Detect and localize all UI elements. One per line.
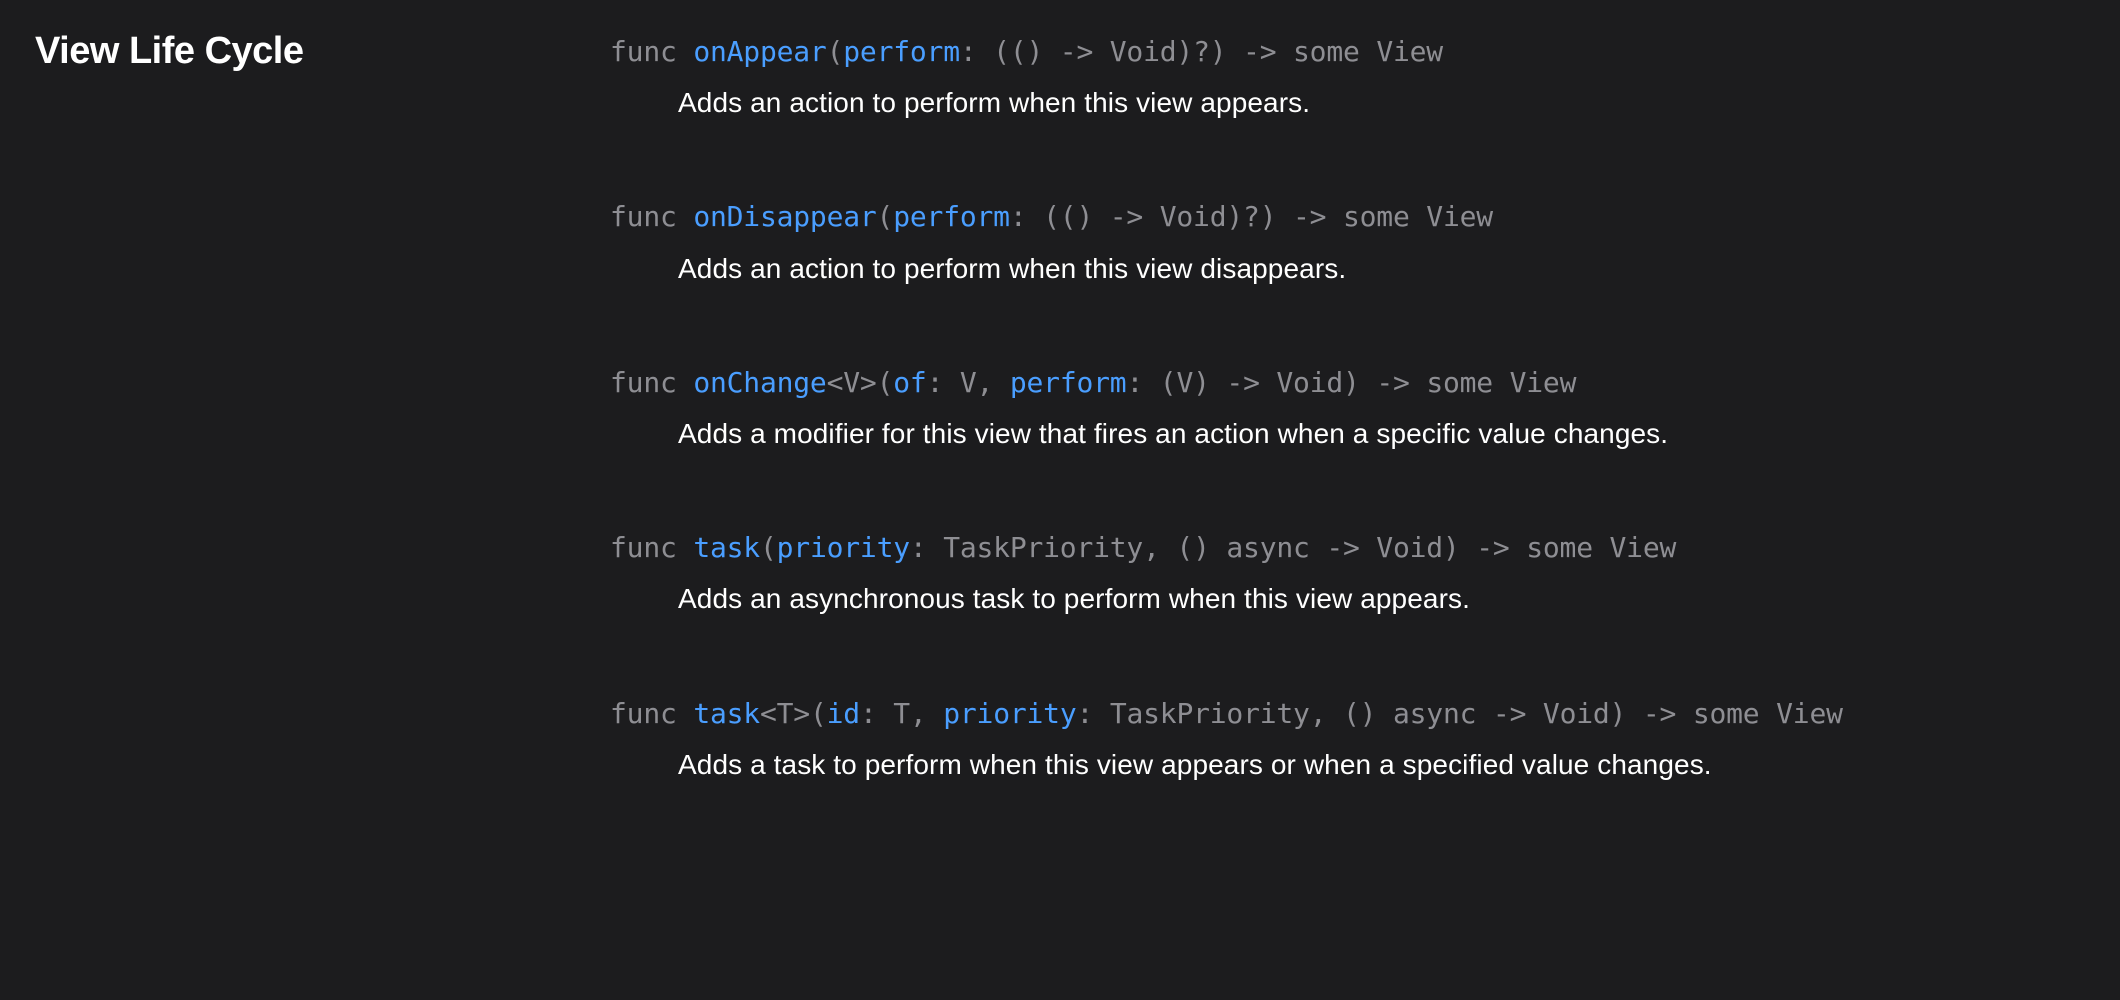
- signature-mid: : V,: [927, 366, 1010, 399]
- api-description: Adds an action to perform when this view…: [610, 83, 2085, 122]
- paren-open: (: [877, 200, 894, 233]
- api-item: func task<T>(id: T, priority: TaskPriori…: [610, 694, 2085, 784]
- param-label: of: [893, 366, 926, 399]
- method-name: onDisappear: [693, 200, 876, 233]
- param-label: priority: [943, 697, 1076, 730]
- paren-open: (: [810, 697, 827, 730]
- keyword-some: some: [1693, 697, 1760, 730]
- keyword-some: some: [1293, 35, 1360, 68]
- generic-params: <V>: [827, 366, 877, 399]
- api-item: func task(priority: TaskPriority, () asy…: [610, 528, 2085, 618]
- api-item: func onChange<V>(of: V, perform: (V) -> …: [610, 363, 2085, 453]
- keyword-some: some: [1343, 200, 1410, 233]
- return-type: View: [1410, 200, 1493, 233]
- keyword-func: func: [610, 200, 677, 233]
- keyword-func: func: [610, 697, 677, 730]
- api-item: func onDisappear(perform: (() -> Void)?)…: [610, 197, 2085, 287]
- param-label: priority: [777, 531, 910, 564]
- generic-params: <T>: [760, 697, 810, 730]
- param-label: perform: [893, 200, 1010, 233]
- api-description: Adds a modifier for this view that fires…: [610, 414, 2085, 453]
- param-label: perform: [843, 35, 960, 68]
- api-signature-link[interactable]: func task<T>(id: T, priority: TaskPriori…: [610, 694, 2085, 733]
- api-signature-link[interactable]: func onDisappear(perform: (() -> Void)?)…: [610, 197, 2085, 236]
- param-label: id: [827, 697, 860, 730]
- api-signature-link[interactable]: func onAppear(perform: (() -> Void)?) ->…: [610, 32, 2085, 71]
- paren-open: (: [760, 531, 777, 564]
- return-type: View: [1360, 35, 1443, 68]
- signature-rest: : (() -> Void)?) ->: [1010, 200, 1343, 233]
- api-item: func onAppear(perform: (() -> Void)?) ->…: [610, 32, 2085, 122]
- keyword-some: some: [1426, 366, 1493, 399]
- signature-rest: : TaskPriority, () async -> Void) ->: [910, 531, 1526, 564]
- section-title: View Life Cycle: [35, 30, 610, 73]
- api-description: Adds an action to perform when this view…: [610, 249, 2085, 288]
- api-list: func onAppear(perform: (() -> Void)?) ->…: [610, 30, 2085, 970]
- paren-open: (: [827, 35, 844, 68]
- return-type: View: [1493, 366, 1576, 399]
- keyword-some: some: [1526, 531, 1593, 564]
- signature-rest: : (() -> Void)?) ->: [960, 35, 1293, 68]
- return-type: View: [1759, 697, 1842, 730]
- keyword-func: func: [610, 531, 677, 564]
- method-name: task: [693, 531, 760, 564]
- api-signature-link[interactable]: func task(priority: TaskPriority, () asy…: [610, 528, 2085, 567]
- signature-rest: : TaskPriority, () async -> Void) ->: [1077, 697, 1693, 730]
- method-name: task: [693, 697, 760, 730]
- param-label: perform: [1010, 366, 1127, 399]
- method-name: onChange: [693, 366, 826, 399]
- api-description: Adds a task to perform when this view ap…: [610, 745, 2085, 784]
- signature-rest: : (V) -> Void) ->: [1126, 366, 1426, 399]
- keyword-func: func: [610, 366, 677, 399]
- keyword-func: func: [610, 35, 677, 68]
- paren-open: (: [877, 366, 894, 399]
- api-signature-link[interactable]: func onChange<V>(of: V, perform: (V) -> …: [610, 363, 2085, 402]
- return-type: View: [1593, 531, 1676, 564]
- method-name: onAppear: [693, 35, 826, 68]
- signature-mid: : T,: [860, 697, 943, 730]
- sidebar: View Life Cycle: [35, 30, 610, 970]
- api-description: Adds an asynchronous task to perform whe…: [610, 579, 2085, 618]
